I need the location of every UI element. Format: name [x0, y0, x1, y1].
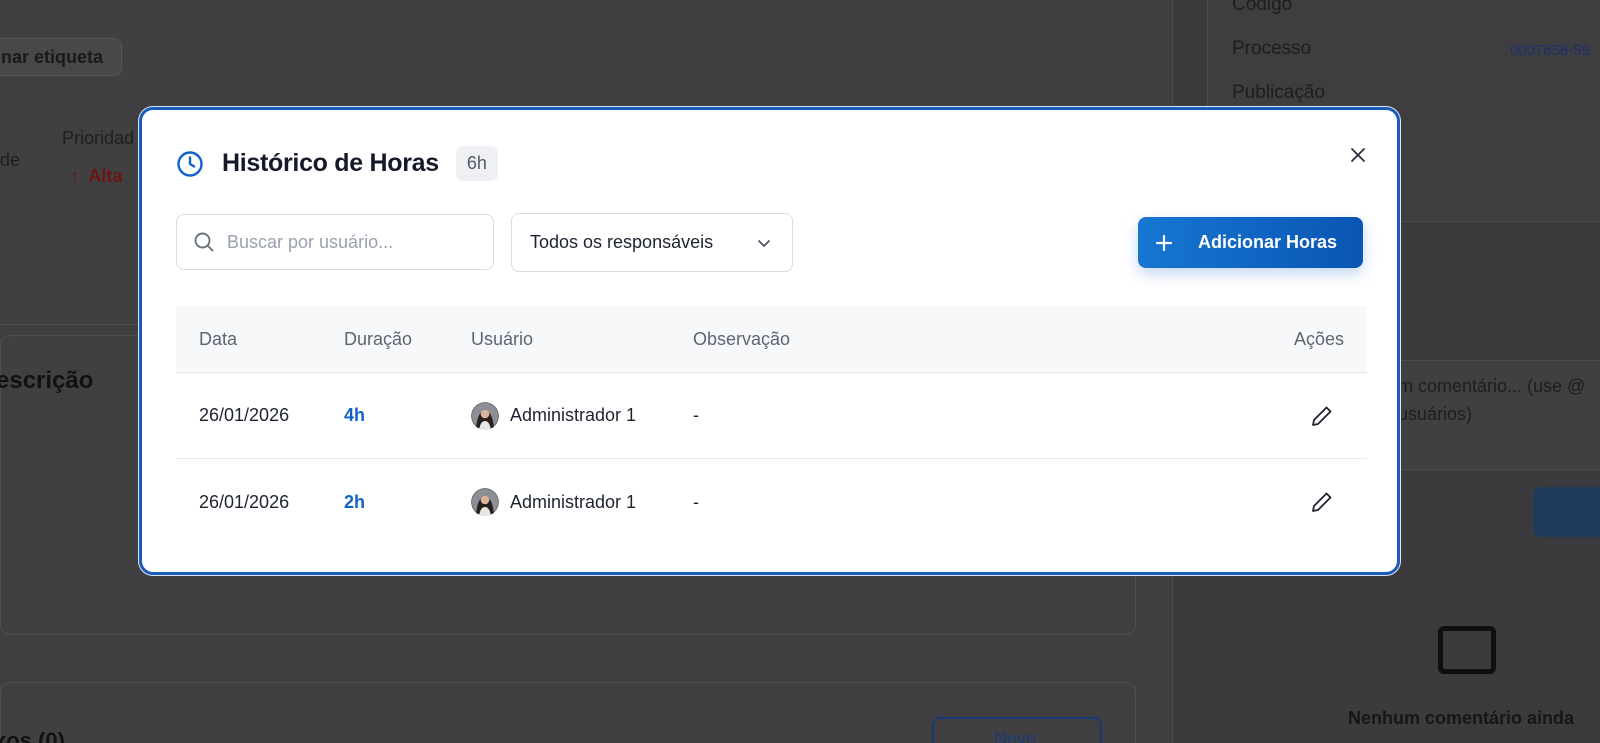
avatar [471, 401, 499, 430]
row-user-name: Administrador 1 [510, 405, 637, 425]
comment-placeholder: m comentário... (use @ usuários) [1398, 372, 1585, 428]
table-header: Data Duração Usuário Observação Ações [176, 306, 1367, 373]
column-header-user: Usuário [471, 328, 534, 349]
description-title: escrição [0, 367, 94, 394]
hours-history-modal: Histórico de Horas 6h Todos os responsáv… [139, 107, 1400, 575]
chevron-down-icon [758, 239, 770, 247]
column-header-note: Observação [693, 328, 791, 349]
row-date: 26/01/2026 [199, 491, 290, 512]
row-user-name: Administrador 1 [510, 491, 637, 512]
search-icon [194, 232, 214, 252]
hours-table: Data Duração Usuário Observação Ações 26… [176, 306, 1367, 545]
priority-value: ↑ Alta [70, 166, 123, 186]
avatar [471, 488, 499, 516]
side-processo-label: Processo [1232, 38, 1312, 59]
row-actions [1247, 490, 1367, 514]
row-actions [1247, 404, 1367, 428]
add-hours-button[interactable]: Adicionar Horas [1138, 217, 1363, 268]
plus-icon [1155, 234, 1173, 251]
priority-value-text: Alta [88, 166, 123, 186]
empty-comments-text: Nenhum comentário ainda [1348, 708, 1575, 728]
field-label-fragment: de [0, 150, 21, 170]
row-duration: 4h [344, 405, 366, 425]
row-date: 26/01/2026 [199, 405, 290, 425]
add-hours-button-label: Adicionar Horas [1198, 232, 1338, 252]
column-header-duration: Duração [344, 328, 413, 349]
row-user: Administrador 1 [471, 488, 693, 516]
row-note: - [693, 405, 699, 425]
total-hours-badge: 6h [455, 146, 498, 181]
edit-pencil-icon[interactable] [1310, 404, 1334, 428]
side-publicacao-label: Publicação [1232, 82, 1325, 103]
modal-header: Histórico de Horas 6h [176, 146, 498, 181]
responsible-filter-select[interactable]: Todos os responsáveis [511, 213, 793, 272]
row-user: Administrador 1 [471, 401, 693, 430]
attachments-title: xos (0) [0, 728, 65, 743]
modal-title: Histórico de Horas [222, 149, 439, 177]
comment-placeholder-line-1: m comentário... (use @ [1398, 376, 1586, 396]
new-attachment-button: Novo [932, 717, 1102, 743]
user-search-field[interactable] [176, 214, 494, 270]
side-codigo-label: Código [1232, 0, 1293, 15]
responsible-filter-value: Todos os responsáveis [530, 232, 714, 252]
comment-placeholder-line-2: usuários) [1398, 404, 1473, 424]
row-duration: 2h [344, 491, 366, 512]
table-row: 26/01/2026 2h Administrador 1 - [176, 459, 1367, 545]
column-header-date: Data [199, 328, 238, 349]
search-input[interactable] [227, 231, 477, 253]
speech-bubble-icon [1438, 626, 1496, 674]
send-comment-button [1533, 487, 1600, 537]
side-processo-value: 0007658-59 [1510, 42, 1591, 59]
table-row: 26/01/2026 4h Administrador 1 - [176, 373, 1367, 459]
row-note: - [693, 491, 699, 512]
column-header-actions: Ações [1293, 328, 1344, 349]
clock-icon [177, 150, 203, 177]
edit-pencil-icon[interactable] [1310, 490, 1334, 514]
close-button[interactable] [1345, 142, 1371, 168]
priority-label: Prioridad [62, 128, 135, 148]
add-tag-button: nar etiqueta [0, 38, 123, 76]
close-icon [1351, 148, 1365, 162]
